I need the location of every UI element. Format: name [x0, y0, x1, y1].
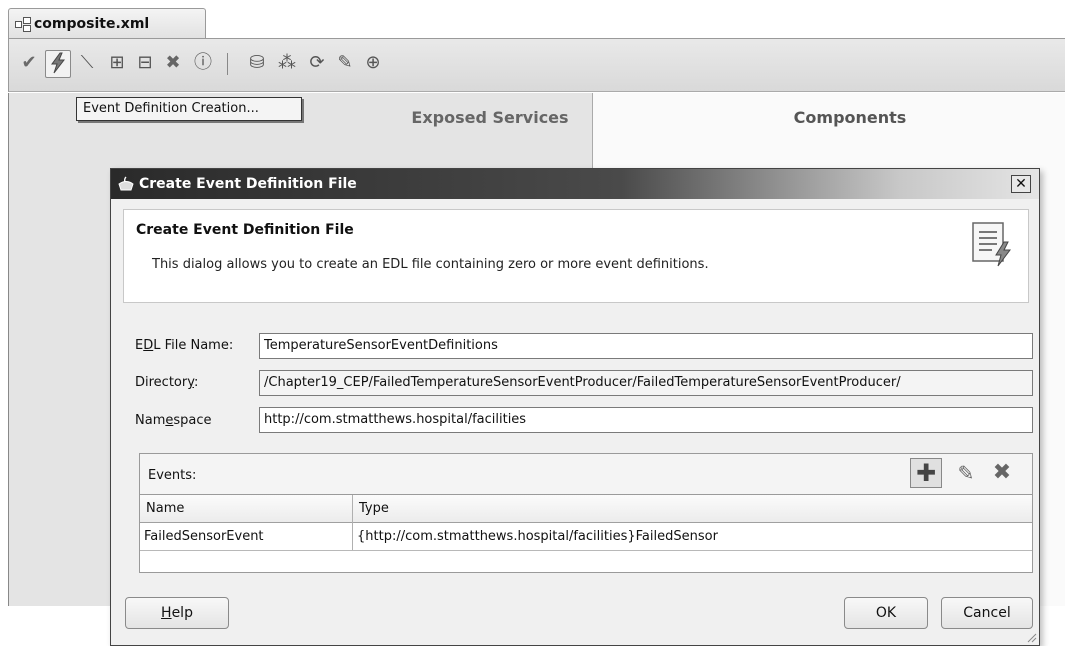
delete-icon: ✖: [992, 460, 1012, 485]
create-event-definition-dialog: Create Event Definition File ✕ Create Ev…: [110, 168, 1040, 646]
lightning-icon: [51, 52, 66, 74]
jdeveloper-cup-icon: [117, 176, 135, 192]
namespace-label: Namespace: [135, 413, 212, 428]
event-definition-creation-button[interactable]: [45, 50, 71, 78]
layout-icon[interactable]: ⁂: [275, 50, 299, 76]
events-panel: Events: ✚ ✎ ✖ Name Type FailedSensorEven…: [139, 453, 1033, 573]
cancel-button[interactable]: Cancel: [941, 597, 1033, 629]
tab-composite-xml[interactable]: composite.xml: [8, 8, 206, 38]
directory-label: Directory:: [135, 375, 199, 390]
event-definition-file-icon: [972, 222, 1011, 267]
event-type-cell[interactable]: {http://com.stmatthews.hospital/faciliti…: [353, 524, 1032, 550]
remove-component-icon[interactable]: ⊟: [133, 50, 157, 76]
directory-input[interactable]: /Chapter19_CEP/FailedTemperatureSensorEv…: [259, 370, 1033, 396]
toolbar-separator: [227, 53, 228, 75]
validate-icon[interactable]: ✔: [17, 50, 41, 76]
delete-icon[interactable]: ✖: [161, 50, 185, 76]
dialog-header-panel: Create Event Definition File This dialog…: [123, 209, 1029, 303]
header-title: Create Event Definition File: [136, 222, 354, 238]
row-divider: [140, 550, 1032, 551]
events-table: Name Type FailedSensorEvent {http://com.…: [140, 494, 1032, 572]
help-button[interactable]: Help: [125, 597, 229, 629]
event-definition-tooltip: Event Definition Creation...: [76, 97, 302, 121]
delete-event-button[interactable]: ✖: [988, 458, 1016, 488]
close-icon: ✕: [1015, 176, 1027, 192]
deploy-icon[interactable]: ⊕: [361, 50, 385, 76]
exposed-services-header: Exposed Services: [411, 108, 569, 127]
add-event-button[interactable]: ✚: [910, 458, 942, 488]
database-icon[interactable]: ⛁: [245, 50, 269, 76]
refresh-icon[interactable]: ⟳: [305, 50, 329, 76]
edl-file-name-label: EDL File Name:: [135, 338, 234, 353]
ok-button[interactable]: OK: [844, 597, 928, 629]
properties-icon[interactable]: ✎: [333, 50, 357, 76]
pencil-icon: ✎: [957, 461, 975, 485]
event-name-cell[interactable]: FailedSensorEvent: [140, 524, 352, 550]
wire-icon[interactable]: ⟍: [75, 50, 99, 76]
edit-event-button[interactable]: ✎: [952, 458, 980, 488]
dialog-titlebar[interactable]: Create Event Definition File: [111, 169, 1039, 199]
add-component-icon[interactable]: ⊞: [105, 50, 129, 76]
components-header: Components: [793, 108, 907, 127]
dialog-title: Create Event Definition File: [139, 176, 357, 192]
resize-grip-icon[interactable]: [1025, 631, 1037, 643]
composite-file-icon: [15, 16, 31, 32]
column-header-name[interactable]: Name: [140, 495, 352, 523]
header-description: This dialog allows you to create an EDL …: [152, 257, 709, 272]
edl-file-name-input[interactable]: TemperatureSensorEventDefinitions: [259, 333, 1033, 359]
column-header-type[interactable]: Type: [353, 495, 1032, 523]
close-button[interactable]: ✕: [1011, 175, 1031, 193]
tab-label: composite.xml: [34, 15, 150, 32]
composite-toolbar: ✔ ⟍ ⊞ ⊟ ✖ ⓘ ⛁ ⁂ ⟳ ✎ ⊕: [8, 38, 1065, 92]
events-label: Events:: [148, 468, 197, 483]
info-icon[interactable]: ⓘ: [191, 50, 215, 76]
namespace-input[interactable]: http://com.stmatthews.hospital/facilitie…: [259, 407, 1033, 433]
plus-icon: ✚: [915, 459, 937, 487]
